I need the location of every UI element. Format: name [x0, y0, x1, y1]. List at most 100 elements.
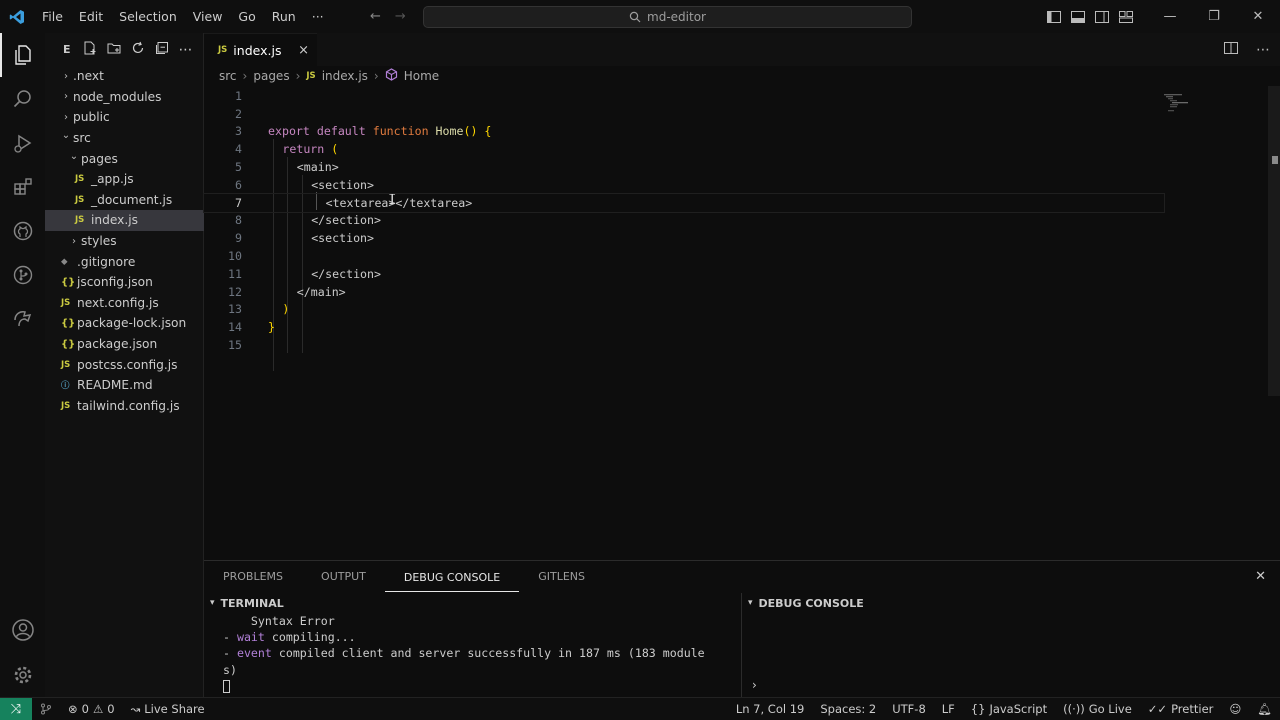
accounts-icon[interactable] — [0, 608, 45, 652]
breadcrumb-src[interactable]: src — [219, 69, 237, 83]
restore-window-icon[interactable]: ❐ — [1192, 0, 1236, 33]
tree-item-gitignore[interactable]: ◆ .gitignore — [45, 251, 204, 272]
close-tab-icon[interactable]: × — [298, 43, 309, 58]
debug-console-section[interactable]: ▾ DEBUG CONSOLE › — [742, 593, 1280, 698]
breadcrumb-pages[interactable]: pages — [253, 69, 289, 83]
menu-item-view[interactable]: View — [185, 0, 231, 33]
code-line[interactable]: 7 <textarea></textarea> — [203, 192, 1165, 213]
customize-layout-icon[interactable] — [1114, 10, 1138, 23]
end-of-line[interactable]: LF — [934, 702, 963, 716]
back-arrow-icon[interactable]: ← — [370, 9, 381, 24]
collapse-folders-icon[interactable] — [155, 41, 169, 58]
more-editor-actions-icon[interactable]: ⋯ — [1256, 42, 1270, 58]
problems-status[interactable]: ⊗ 0 ⚠ 0 — [60, 702, 123, 716]
menu-item-file[interactable]: File — [34, 0, 71, 33]
menu-item-go[interactable]: Go — [230, 0, 263, 33]
tree-item-src[interactable]: ⌄ src — [45, 128, 204, 149]
new-folder-icon[interactable] — [107, 41, 121, 58]
panel-tab-gitlens[interactable]: GITLENS — [519, 561, 604, 593]
code-line[interactable]: 13) — [204, 301, 1164, 319]
code-line[interactable]: 5 <main> — [204, 158, 1164, 176]
tree-item-styles[interactable]: › styles — [45, 231, 204, 252]
tab-index-js[interactable]: JS index.js × — [204, 33, 317, 66]
code-line[interactable]: 12 </main> — [204, 283, 1164, 301]
tree-item-tailwind-config-js[interactable]: JS tailwind.config.js — [45, 396, 204, 417]
go-live-status[interactable]: ((·)) Go Live — [1055, 702, 1140, 716]
panel-tab-debug-console[interactable]: DEBUG CONSOLE — [384, 562, 520, 592]
split-editor-icon[interactable] — [1224, 42, 1238, 57]
explorer-icon[interactable] — [0, 33, 45, 77]
tree-item-package-lock-json[interactable]: {} package-lock.json — [45, 313, 204, 334]
code-line[interactable]: 14} — [204, 318, 1164, 336]
remote-explorer-icon[interactable] — [0, 297, 45, 341]
toggle-secondary-sidebar-icon[interactable] — [1090, 10, 1114, 23]
tree-item-next[interactable]: › .next — [45, 66, 204, 87]
code-line[interactable]: 1 — [204, 87, 1164, 105]
panel-tab-problems[interactable]: PROBLEMS — [204, 561, 302, 593]
extensions-icon[interactable] — [0, 165, 45, 209]
notifications-bell-icon[interactable]: 🔔︎ — [1249, 702, 1280, 716]
tree-item-next-config-js[interactable]: JS next.config.js — [45, 293, 204, 314]
tree-item-public[interactable]: › public — [45, 107, 204, 128]
debug-console-header[interactable]: ▾ DEBUG CONSOLE — [742, 593, 1280, 613]
feedback-icon[interactable]: ☺ — [1221, 702, 1249, 716]
refresh-explorer-icon[interactable] — [131, 41, 145, 58]
code-editor[interactable]: I 1 2 3 export default function Home() {4 re… — [203, 86, 1280, 558]
language-mode[interactable]: {} JavaScript — [963, 702, 1055, 716]
tree-item-postcss-config-js[interactable]: JS postcss.config.js — [45, 354, 204, 375]
toggle-panel-icon[interactable] — [1066, 10, 1090, 23]
cursor-position[interactable]: Ln 7, Col 19 — [728, 702, 813, 716]
minimap[interactable] — [1162, 90, 1192, 114]
tree-item-jsconfig-json[interactable]: {} jsconfig.json — [45, 272, 204, 293]
tree-item-document-js[interactable]: JS _document.js — [45, 190, 204, 211]
run-and-debug-icon[interactable] — [0, 121, 45, 165]
terminal-section[interactable]: ▾ TERMINAL Syntax Error - wait compiling.… — [204, 593, 742, 698]
breadcrumb-file[interactable]: index.js — [322, 69, 368, 83]
menu-item-more[interactable]: ··· — [304, 0, 332, 33]
editor-scrollbar[interactable] — [1268, 86, 1280, 396]
encoding[interactable]: UTF-8 — [884, 702, 934, 716]
new-file-icon[interactable] — [83, 41, 97, 58]
menu-item-edit[interactable]: Edit — [71, 0, 111, 33]
command-center[interactable]: md-editor — [423, 6, 912, 28]
terminal-header[interactable]: ▾ TERMINAL — [204, 593, 741, 613]
minimize-window-icon[interactable]: — — [1148, 0, 1192, 33]
source-control-status[interactable] — [32, 703, 60, 715]
tree-item-package-json[interactable]: {} package.json — [45, 334, 204, 355]
live-share-status[interactable]: ↝ Live Share — [123, 702, 213, 716]
more-actions-icon[interactable]: ⋯ — [179, 42, 193, 58]
settings-gear-icon[interactable] — [0, 653, 45, 697]
code-line[interactable]: 9 <section> — [204, 229, 1164, 247]
breadcrumb-symbol[interactable]: Home — [404, 69, 439, 83]
source-control-icon[interactable] — [0, 253, 45, 297]
code-line[interactable]: 10 — [204, 247, 1164, 265]
menu-item-run[interactable]: Run — [264, 0, 304, 33]
code-line[interactable]: 3 export default function Home() { — [204, 123, 1164, 141]
tree-item-label: postcss.config.js — [77, 357, 178, 372]
menu-item-selection[interactable]: Selection — [111, 0, 185, 33]
tree-item-node-modules[interactable]: › node_modules — [45, 87, 204, 108]
code-line[interactable]: 2 — [204, 105, 1164, 123]
indentation[interactable]: Spaces: 2 — [812, 702, 884, 716]
chevron-right-icon: › — [373, 69, 379, 83]
code-line[interactable]: 4 return ( — [204, 140, 1164, 158]
panel-tab-output[interactable]: OUTPUT — [302, 561, 385, 593]
remote-indicator-icon[interactable]: ⤨ — [0, 697, 32, 720]
prettier-status[interactable]: ✓✓ Prettier — [1140, 702, 1222, 716]
code-line[interactable]: 15 — [204, 336, 1164, 354]
forward-arrow-icon[interactable]: → — [395, 9, 406, 24]
terminal-output[interactable]: Syntax Error - wait compiling... - event c… — [204, 613, 741, 694]
toggle-primary-sidebar-icon[interactable] — [1042, 10, 1066, 23]
search-icon[interactable] — [0, 77, 45, 121]
code-line[interactable]: 11 </section> — [204, 265, 1164, 283]
close-panel-icon[interactable]: ✕ — [1255, 569, 1266, 584]
github-icon[interactable] — [0, 209, 45, 253]
tree-item-pages[interactable]: ⌄ pages — [45, 148, 204, 169]
tree-item-index-js[interactable]: JS index.js — [45, 210, 204, 231]
close-window-icon[interactable]: ✕ — [1236, 0, 1280, 33]
code-line[interactable]: 6 <section> — [204, 176, 1164, 194]
code-line[interactable]: 8 </section> — [204, 212, 1164, 230]
tree-item-readme-md[interactable]: ⓘ README.md — [45, 375, 204, 396]
tree-item-app-js[interactable]: JS _app.js — [45, 169, 204, 190]
chevron-right-icon[interactable]: › — [752, 678, 757, 692]
